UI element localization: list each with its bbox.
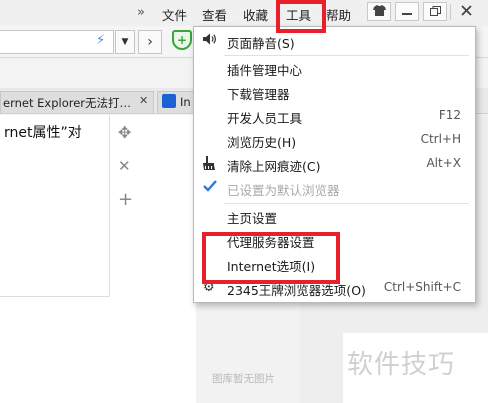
menu-item-shortcut: Ctrl+Shift+C: [383, 280, 461, 294]
menu-item-label: 页面静音(S): [227, 36, 295, 51]
menu-item-shortcut: Alt+X: [426, 156, 461, 170]
article-text: rnet属性”对: [4, 125, 82, 141]
menu-item-plugin-center[interactable]: 插件管理中心: [194, 56, 475, 80]
no-image-text: 图库暂无图片: [212, 373, 275, 385]
watermark: 软件技巧: [347, 350, 456, 380]
menu-file[interactable]: 文件: [162, 5, 187, 24]
move-icon[interactable]: ✥: [118, 123, 131, 142]
tab-label: ernet Explorer无法打…: [3, 96, 132, 110]
menu-item-label: 下载管理器: [227, 87, 290, 102]
restore-button[interactable]: [423, 2, 447, 21]
forward-button[interactable]: ›: [138, 30, 162, 54]
menu-item-label: 插件管理中心: [227, 63, 303, 78]
paw-favicon-icon: 🐾: [162, 94, 176, 108]
tools-menu-highlight: [276, 0, 326, 33]
menu-item-browsing-history[interactable]: 浏览历史(H) Ctrl+H: [194, 128, 475, 152]
check-icon: [203, 180, 217, 196]
menu-item-label: 已设置为默认浏览器: [227, 183, 340, 198]
address-history-dropdown[interactable]: ▼: [115, 30, 135, 54]
menu-item-clear-traces[interactable]: 清除上网痕迹(C) Alt+X: [194, 152, 475, 176]
tab-ie-cannot-open[interactable]: ernet Explorer无法打…: [0, 91, 154, 113]
menu-item-developer-tools[interactable]: 开发人员工具 F12: [194, 104, 475, 128]
internet-options-highlight: [202, 232, 340, 284]
broom-icon: [203, 156, 216, 174]
menu-help[interactable]: 帮助: [326, 5, 351, 24]
menu-item-download-manager[interactable]: 下载管理器: [194, 80, 475, 104]
minimize-button[interactable]: [395, 2, 419, 21]
menu-item-homepage-settings[interactable]: 主页设置: [194, 204, 475, 228]
shirt-icon: [372, 4, 386, 19]
skin-button[interactable]: [367, 2, 391, 21]
menu-bar: » 文件 查看 收藏 工具 帮助: [0, 0, 488, 26]
menu-item-mute-page[interactable]: 页面静音(S): [194, 29, 475, 53]
menu-item-default-browser: 已设置为默认浏览器: [194, 176, 475, 200]
speaker-icon: [203, 33, 217, 49]
window-button-divider: [450, 4, 451, 20]
close-button[interactable]: [454, 2, 478, 21]
close-icon[interactable]: ✕: [118, 157, 131, 175]
menu-item-label: 开发人员工具: [227, 111, 303, 126]
menu-item-label: 主页设置: [227, 211, 278, 226]
article-panel: rnet属性”对: [0, 115, 110, 297]
security-shield-icon[interactable]: +: [172, 30, 192, 50]
tab-label: In: [180, 95, 191, 109]
menu-item-shortcut: F12: [438, 108, 461, 122]
add-icon[interactable]: +: [118, 189, 133, 210]
lightning-icon[interactable]: ⚡: [96, 33, 105, 48]
menu-favorites[interactable]: 收藏: [243, 5, 268, 24]
menu-item-shortcut: Ctrl+H: [420, 132, 461, 146]
menu-view[interactable]: 查看: [202, 5, 227, 24]
minimize-icon: [402, 5, 412, 19]
close-icon: [460, 4, 472, 19]
more-menus-button[interactable]: »: [137, 5, 145, 20]
tab-close-icon[interactable]: ✕: [139, 94, 148, 107]
restore-icon: [429, 5, 441, 19]
menu-item-label: 浏览历史(H): [227, 135, 297, 150]
menu-item-label: 清除上网痕迹(C): [227, 159, 321, 174]
